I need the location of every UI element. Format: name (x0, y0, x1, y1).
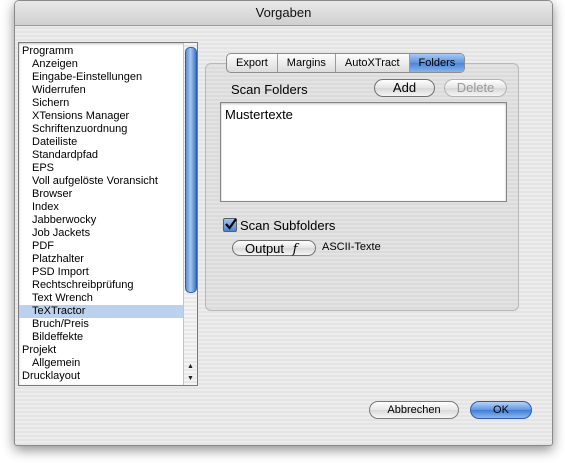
list-item[interactable]: Eingabe-Einstellungen (19, 71, 183, 84)
output-button-label: Output (245, 241, 285, 256)
list-item[interactable]: Widerrufen (19, 84, 183, 97)
scan-folders-heading: Scan Folders (231, 82, 308, 97)
vertical-scrollbar[interactable]: ▲ ▼ (183, 43, 197, 385)
scroll-up-arrow-icon[interactable]: ▲ (184, 362, 197, 372)
window-title: Vorgaben (15, 1, 552, 26)
list-item[interactable]: Bruch/Preis (19, 318, 183, 331)
list-item[interactable]: Anzeigen (19, 58, 183, 71)
checkmark-icon (225, 218, 237, 230)
list-item[interactable]: PSD Import (19, 266, 183, 279)
list-item[interactable]: XTensions Manager (19, 110, 183, 123)
list-item[interactable]: Dateiliste (19, 136, 183, 149)
tab-export[interactable]: Export (227, 54, 278, 72)
list-item[interactable]: Text Wrench (19, 292, 183, 305)
scroll-thumb[interactable] (185, 47, 197, 293)
add-button[interactable]: Add (374, 79, 435, 97)
list-item[interactable]: Index (19, 201, 183, 214)
list-item[interactable]: TeXTractor (19, 305, 183, 318)
list-item[interactable]: Platzhalter (19, 253, 183, 266)
tab-bar: Export Margins AutoXTract Folders (226, 53, 466, 73)
scan-subfolders-label: Scan Subfolders (240, 218, 336, 233)
list-item[interactable]: PDF (19, 240, 183, 253)
list-item[interactable]: Rechtschreibprüfung (19, 279, 183, 292)
folder-list-item[interactable]: Mustertexte (225, 107, 293, 122)
category-list-items: Programm Anzeigen Eingabe-Einstellungen Wid… (19, 45, 183, 383)
scan-subfolders-checkbox[interactable] (223, 218, 237, 232)
ok-button[interactable]: OK (470, 401, 532, 419)
delete-button[interactable]: Delete (444, 79, 507, 97)
tab-margins[interactable]: Margins (278, 54, 336, 72)
list-item[interactable]: EPS (19, 162, 183, 175)
list-item[interactable]: Job Jackets (19, 227, 183, 240)
list-item[interactable]: Browser (19, 188, 183, 201)
output-value: ASCII-Texte (322, 241, 381, 253)
scroll-down-arrow-icon[interactable]: ▼ (184, 374, 197, 384)
list-item[interactable]: Standardpfad (19, 149, 183, 162)
list-group-header[interactable]: Drucklayout (19, 370, 183, 383)
category-list[interactable]: Programm Anzeigen Eingabe-Einstellungen Wid… (18, 42, 198, 386)
cancel-button[interactable]: Abbrechen (369, 401, 459, 419)
output-button[interactable]: Output f (232, 240, 316, 257)
tab-folders[interactable]: Folders (409, 54, 465, 72)
list-group-header[interactable]: Projekt (19, 344, 183, 357)
list-group-header[interactable]: Programm (19, 45, 183, 58)
list-item[interactable]: Jabberwocky (19, 214, 183, 227)
scan-folders-list[interactable]: Mustertexte (220, 102, 507, 202)
list-item[interactable]: Allgemein (19, 357, 183, 370)
tab-autoxtract[interactable]: AutoXTract (336, 54, 410, 72)
function-icon: f (292, 242, 298, 257)
list-item[interactable]: Schriftenzuordnung (19, 123, 183, 136)
list-item[interactable]: Bildeffekte (19, 331, 183, 344)
list-item[interactable]: Voll aufgelöste Voransicht (19, 175, 183, 188)
list-item[interactable]: Sichern (19, 97, 183, 110)
